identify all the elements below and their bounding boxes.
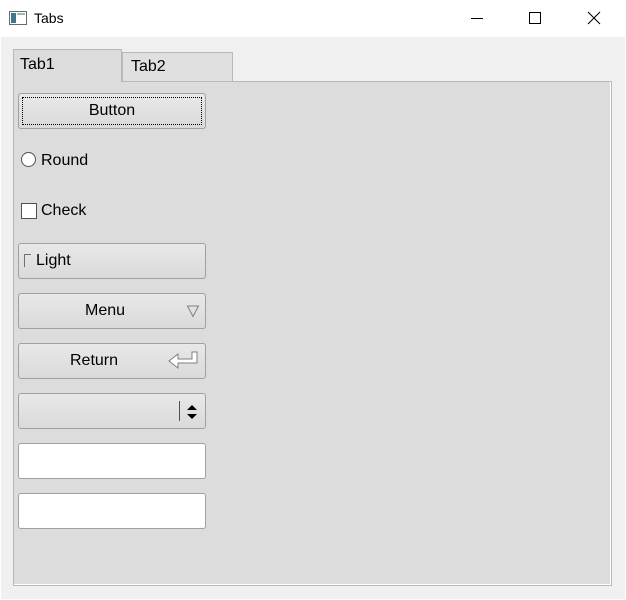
radio-label: Round (41, 152, 89, 169)
checkbox-box-icon[interactable] (21, 203, 37, 219)
minimize-icon (471, 18, 483, 19)
text-field-2[interactable] (18, 493, 206, 529)
close-icon (587, 11, 601, 25)
triangle-down-icon (186, 305, 200, 318)
close-button[interactable] (566, 0, 624, 36)
push-button[interactable]: Button (18, 93, 206, 129)
app-icon (9, 11, 27, 25)
radio-circle-icon[interactable] (21, 152, 36, 167)
light-label: Light (36, 252, 71, 269)
return-button[interactable]: Return (18, 343, 206, 379)
tab-tab2[interactable]: Tab2 (122, 52, 233, 81)
return-arrow-icon (168, 351, 198, 370)
maximize-button[interactable] (507, 0, 565, 36)
menu-label: Menu (84, 302, 126, 319)
push-button-label: Button (88, 102, 136, 119)
light-button[interactable]: Light (18, 243, 206, 279)
minimize-button[interactable] (449, 0, 507, 36)
title-bar[interactable]: Tabs (0, 0, 626, 37)
text-field-1[interactable] (18, 443, 206, 479)
app-window: Tabs Tab1 Tab2 Button Round Check Light … (0, 0, 626, 600)
light-indicator-icon (24, 254, 31, 267)
spin-separator (179, 401, 180, 421)
return-label: Return (69, 352, 119, 369)
spin-box[interactable] (18, 393, 206, 429)
checkbox-label: Check (41, 202, 87, 219)
menu-button[interactable]: Menu (18, 293, 206, 329)
tab-tab1[interactable]: Tab1 (13, 49, 122, 82)
window-title: Tabs (34, 10, 64, 26)
spin-arrows-icon[interactable] (186, 404, 198, 420)
maximize-icon (529, 12, 541, 24)
